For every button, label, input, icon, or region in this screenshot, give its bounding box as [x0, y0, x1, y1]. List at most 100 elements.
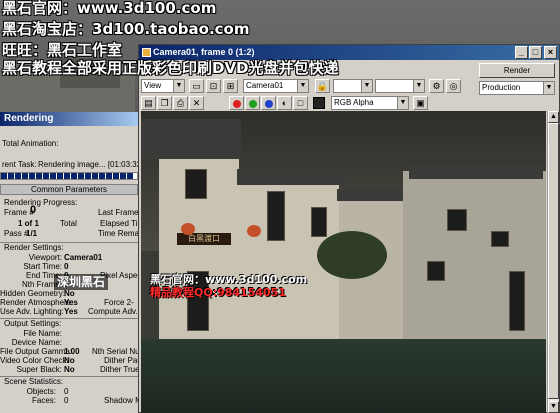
vfb-titlebar[interactable]: Camera01, frame 0 (1:2) _ □ ×	[139, 45, 559, 60]
gamma-label: File Output Gamma:	[0, 347, 73, 356]
chevron-down-icon: ▼	[297, 80, 308, 92]
start-time-value: 0	[64, 262, 69, 271]
current-task-value: Rendering image... [01:03:32.9] [01:03:3…	[38, 160, 138, 169]
scroll-down-arrow-icon[interactable]: ▼	[548, 401, 559, 413]
scrollbar-thumb[interactable]	[548, 123, 559, 399]
render-atmosphere-label: Render Atmosphere:	[0, 298, 74, 307]
render-window	[267, 191, 285, 241]
vertical-scrollbar[interactable]: ▲ ▼	[547, 111, 559, 413]
preset-mode-select[interactable]: ▼	[333, 79, 373, 93]
watermark-center-1: 黑石官网：www.3d100.com	[150, 273, 308, 286]
mono-toggle[interactable]: □	[293, 96, 308, 110]
common-params-rollout[interactable]: Common Parameters	[0, 184, 138, 195]
rendering-progress-label: Rendering Progress:	[4, 198, 78, 207]
common-params-label: Common Parameters	[30, 185, 108, 194]
chevron-down-icon: ▼	[413, 80, 424, 92]
render-progress-fill	[1, 173, 133, 179]
render-atmosphere-value: Yes	[64, 298, 78, 307]
channel-display-icon[interactable]: ▣	[413, 96, 428, 110]
frame-buffer-window: Camera01, frame 0 (1:2) _ □ × View ▼ ▭ ⊡ …	[138, 44, 560, 413]
viewport-value: Camera01	[64, 253, 103, 262]
watermark-center-2: 精品教程QQ:984154051	[150, 286, 286, 299]
render-roof	[409, 165, 543, 179]
render-progress-bar	[0, 172, 138, 180]
force2-label: Force 2-	[104, 298, 134, 307]
area-select[interactable]: View ▼	[141, 79, 185, 93]
scene-stats-label: Scene Statistics:	[4, 377, 64, 386]
faces-label: Faces:	[31, 396, 56, 405]
green-channel-toggle[interactable]	[245, 96, 260, 110]
current-task-label: rent Task:	[2, 160, 37, 169]
watermark-line-1: 黑石官网：www.3d100.com	[2, 0, 217, 17]
viewport-select[interactable]: Camera01 ▼	[243, 79, 309, 93]
render-roof	[141, 119, 241, 159]
render-button[interactable]: Render	[479, 63, 555, 78]
super-black-label: Super Black:	[16, 365, 62, 374]
environment-icon[interactable]: ◎	[446, 79, 461, 93]
render-roof	[237, 169, 345, 185]
watermark-line-3: 旺旺：黑石工作室	[2, 41, 123, 59]
hidden-geometry-value: No	[64, 289, 75, 298]
frame-value: 0	[30, 204, 37, 216]
device-name-label: Device Name:	[11, 338, 62, 347]
render-window	[185, 169, 207, 199]
rendering-dialog: Total Animation: rent Task: Rendering im…	[0, 126, 138, 413]
rendering-dialog-title: Rendering	[4, 113, 54, 124]
print-icon[interactable]: ⎙	[173, 96, 188, 110]
lantern	[181, 223, 195, 235]
render-preset-select[interactable]: ▼	[375, 79, 425, 93]
production-select[interactable]: Production ▼	[479, 81, 555, 95]
clear-icon[interactable]: ✕	[189, 96, 204, 110]
minimize-button[interactable]: _	[515, 46, 528, 59]
render-window	[427, 261, 445, 281]
render-window	[311, 207, 327, 237]
dither-true-label: Dither True	[100, 365, 138, 374]
channel-select-value: RGB Alpha	[334, 98, 374, 107]
faces-value: 0	[64, 396, 69, 405]
clone-icon[interactable]: ❐	[157, 96, 172, 110]
close-button[interactable]: ×	[544, 46, 557, 59]
total-animation-label: Total Animation:	[2, 139, 59, 148]
watermark-line-4: 黑石教程全部采用正版彩色印刷DVD光盘并包快递	[2, 59, 339, 77]
viewport-label: Viewport:	[28, 253, 62, 262]
blue-channel-icon	[265, 100, 273, 108]
blue-channel-toggle[interactable]	[261, 96, 276, 110]
dither-pal-label: Dither Pal	[104, 356, 138, 365]
render-setup-icon[interactable]: ⚙	[429, 79, 444, 93]
save-icon[interactable]: ▤	[141, 96, 156, 110]
auto-region-icon[interactable]: ⊡	[206, 79, 221, 93]
lantern	[247, 225, 261, 237]
objects-label: Objects:	[26, 387, 56, 396]
viewport-select-value: Camera01	[246, 81, 284, 90]
scroll-up-arrow-icon[interactable]: ▲	[548, 111, 559, 123]
hidden-geometry-label: Hidden Geometry:	[0, 289, 65, 298]
alpha-channel-toggle[interactable]: ◐	[277, 96, 292, 110]
file-name-label: File Name:	[23, 329, 62, 338]
video-color-value: No	[64, 356, 75, 365]
maximize-button[interactable]: □	[529, 46, 542, 59]
adv-lighting-value: Yes	[64, 307, 78, 316]
nth-serial-label: Nth Serial Numb	[92, 347, 138, 356]
chevron-down-icon: ▼	[173, 80, 184, 92]
vfb-title: Camera01, frame 0 (1:2)	[153, 47, 255, 57]
lock-icon[interactable]: 🔒	[315, 79, 330, 93]
super-black-value: No	[64, 365, 75, 374]
rendering-dialog-titlebar[interactable]: Rendering	[0, 112, 138, 126]
color-swatch[interactable]	[313, 97, 325, 109]
watermark-line-2: 黑石淘宝店：3d100.taobao.com	[2, 20, 250, 38]
render-tree	[317, 231, 387, 279]
crop-icon[interactable]: ▭	[189, 79, 204, 93]
red-channel-icon	[233, 100, 241, 108]
shop-sign: 白黑渡口	[177, 233, 231, 245]
production-select-value: Production	[482, 83, 521, 92]
pass-label: Pass #	[4, 229, 29, 238]
compute-adv-label: Compute Adv. Lig	[88, 307, 138, 316]
render-window	[491, 231, 509, 247]
channel-select[interactable]: RGB Alpha ▼	[331, 96, 409, 110]
shadow-map-label: Shadow M	[104, 396, 138, 405]
blowup-icon[interactable]: ⊞	[223, 79, 238, 93]
red-channel-toggle[interactable]	[229, 96, 244, 110]
render-roof	[337, 189, 407, 201]
render-door	[509, 271, 525, 331]
frame-of-label: 1 of 1	[18, 219, 39, 228]
